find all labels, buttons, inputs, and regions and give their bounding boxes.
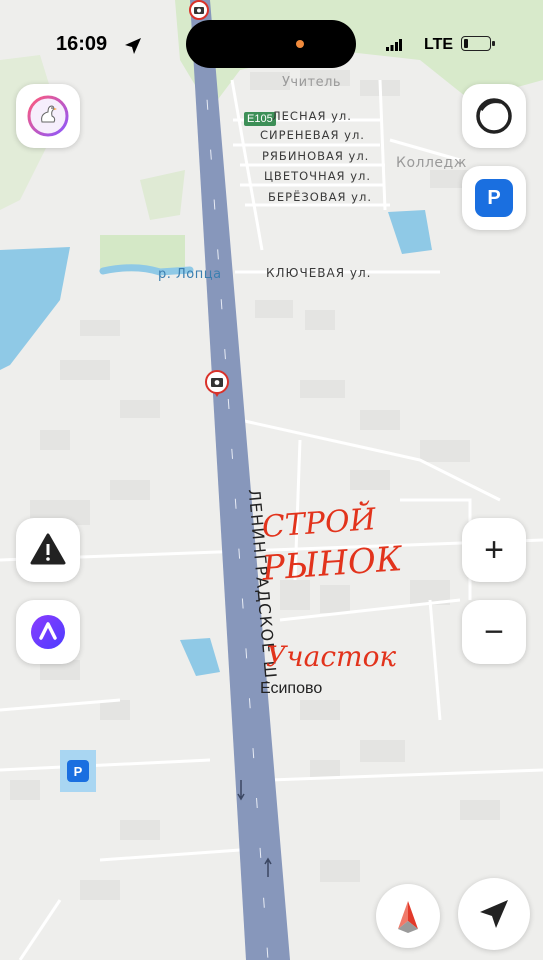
street-label: КЛЮЧЕВАЯ ул. <box>266 266 372 280</box>
speed-camera-icon <box>189 0 209 20</box>
layers-button[interactable] <box>462 84 526 148</box>
poi-label-teacher: Учитель <box>282 75 342 90</box>
map-screen[interactable]: E105 Учитель Колледж ЛЕСНАЯ ул. СИРЕНЕВА… <box>0 0 543 960</box>
goose-icon <box>27 95 69 137</box>
location-arrow-icon <box>125 38 141 54</box>
zoom-in-button[interactable]: + <box>462 518 526 582</box>
alice-icon <box>31 615 65 649</box>
annotation-uchastok: Участок <box>266 640 397 673</box>
locate-icon <box>480 900 508 928</box>
compass-icon <box>398 901 418 933</box>
voice-assistant-button[interactable] <box>16 600 80 664</box>
street-label: БЕРЁЗОВАЯ ул. <box>268 190 372 204</box>
privacy-indicator-dot <box>296 40 304 48</box>
network-type: LTE <box>424 36 454 53</box>
route-shield: E105 <box>244 112 276 126</box>
signal-icon <box>386 39 402 51</box>
parking-icon: P <box>475 179 513 217</box>
layers-icon <box>476 98 512 134</box>
battery-icon <box>461 36 495 51</box>
compass-button[interactable] <box>376 884 440 948</box>
street-label: ЦВЕТОЧНАЯ ул. <box>264 169 372 183</box>
street-label: РЯБИНОВАЯ ул. <box>262 149 370 163</box>
status-time: 16:09 <box>56 33 108 55</box>
battery-level <box>464 39 469 48</box>
dynamic-island <box>186 20 356 68</box>
parking-marker[interactable]: P <box>60 750 96 792</box>
report-incident-button[interactable] <box>16 518 80 582</box>
parking-button[interactable]: P <box>462 166 526 230</box>
street-label: СИРЕНЕВАЯ ул. <box>260 128 365 142</box>
poi-label-college: Колледж <box>396 155 467 171</box>
app-menu-button[interactable] <box>16 84 80 148</box>
village-label: Есипово <box>260 680 323 697</box>
map-canvas[interactable] <box>0 0 543 960</box>
street-label: ЛЕСНАЯ ул. <box>272 109 352 123</box>
zoom-out-button[interactable]: − <box>462 600 526 664</box>
parking-marker-icon: P <box>67 760 89 782</box>
my-location-button[interactable] <box>458 878 530 950</box>
river-label: р. Лопца <box>158 267 222 282</box>
warning-icon <box>30 533 66 565</box>
